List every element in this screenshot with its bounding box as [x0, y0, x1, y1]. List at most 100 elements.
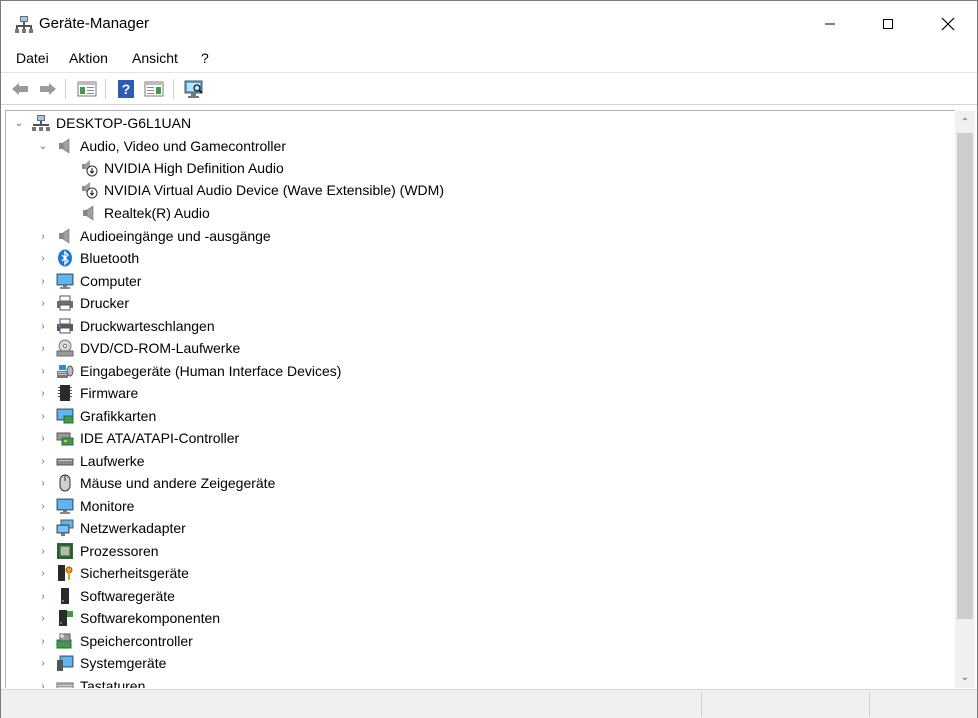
minimize-button[interactable]	[801, 1, 859, 47]
device-tree[interactable]: ⌄ DESKTOP-G6L1UAN ⌄ Audio, Video und Gam…	[5, 110, 955, 688]
chevron-right-icon[interactable]: ›	[36, 450, 50, 472]
category-label: Laufwerke	[80, 453, 145, 469]
tree-category-netzwerkadapter[interactable]: › Netzwerkadapter	[36, 517, 186, 539]
chevron-right-icon[interactable]: ›	[36, 405, 50, 427]
device-manager-window: Geräte-Manager Datei Aktion Ansicht ? ?	[0, 0, 978, 718]
chevron-down-icon[interactable]: ⌄	[36, 135, 50, 157]
monitor-icon	[56, 497, 74, 515]
chevron-right-icon[interactable]: ›	[36, 495, 50, 517]
tree-category-audio-io[interactable]: › Audioeingänge und -ausgänge	[36, 225, 270, 247]
tree-category-tastaturen[interactable]: › Tastaturen	[36, 675, 145, 688]
chevron-right-icon[interactable]: ›	[36, 540, 50, 562]
chevron-right-icon[interactable]: ›	[36, 562, 50, 584]
tree-device-nvidia-hd-audio[interactable]: NVIDIA High Definition Audio	[80, 157, 284, 179]
tree-category-systemgeraete[interactable]: › Systemgeräte	[36, 652, 166, 674]
maximize-button[interactable]	[859, 1, 917, 47]
device-label: NVIDIA High Definition Audio	[104, 160, 284, 176]
keyboard-icon	[56, 677, 74, 688]
scroll-down-icon[interactable]: ⌄	[955, 667, 975, 687]
tree-category-computer[interactable]: › Computer	[36, 270, 141, 292]
chevron-right-icon[interactable]: ›	[36, 247, 50, 269]
tree-category-prozessoren[interactable]: › Prozessoren	[36, 540, 159, 562]
chevron-right-icon[interactable]: ›	[36, 292, 50, 314]
status-divider	[701, 692, 702, 717]
menu-aktion[interactable]: Aktion	[69, 50, 108, 66]
chevron-right-icon[interactable]: ›	[36, 337, 50, 359]
properties-icon	[77, 81, 97, 97]
vertical-scrollbar[interactable]: ⌃ ⌄	[955, 111, 975, 688]
tree-root[interactable]: ⌄ DESKTOP-G6L1UAN	[12, 112, 191, 134]
tree-category-ide[interactable]: › IDE ATA/ATAPI-Controller	[36, 427, 239, 449]
display-adapter-icon	[56, 407, 74, 425]
tree-category-hid[interactable]: › Eingabegeräte (Human Interface Devices…	[36, 360, 341, 382]
chevron-right-icon[interactable]: ›	[36, 675, 50, 689]
chevron-right-icon[interactable]: ›	[36, 517, 50, 539]
computer-network-icon	[32, 114, 50, 132]
menu-help[interactable]: ?	[201, 50, 209, 66]
category-label: Grafikkarten	[80, 408, 157, 424]
software-component-icon	[56, 609, 74, 627]
svg-text:?: ?	[122, 81, 131, 97]
category-label: Monitore	[80, 498, 135, 514]
toolbar-separator	[65, 79, 66, 99]
tree-category-grafikkarten[interactable]: › Grafikkarten	[36, 405, 156, 427]
disk-drive-icon	[56, 452, 74, 470]
tree-category-druckwarteschlangen[interactable]: › Druckwarteschlangen	[36, 315, 214, 337]
tree-category-speichercontroller[interactable]: › Speichercontroller	[36, 630, 193, 652]
chevron-right-icon[interactable]: ›	[36, 630, 50, 652]
network-adapter-icon	[56, 519, 74, 537]
chevron-right-icon[interactable]: ›	[36, 585, 50, 607]
help-button[interactable]: ?	[114, 78, 138, 100]
toolbar-separator	[173, 79, 174, 99]
tree-category-softwarekomponenten[interactable]: › Softwarekomponenten	[36, 607, 220, 629]
category-label: IDE ATA/ATAPI-Controller	[80, 430, 240, 446]
category-label: Softwaregeräte	[80, 588, 175, 604]
menu-ansicht[interactable]: Ansicht	[132, 50, 178, 66]
console-view-button[interactable]	[142, 78, 166, 100]
forward-button[interactable]	[36, 78, 60, 100]
firmware-icon	[56, 384, 74, 402]
back-button[interactable]	[8, 78, 32, 100]
tree-category-bluetooth[interactable]: › Bluetooth	[36, 247, 139, 269]
scan-hardware-button[interactable]	[182, 78, 206, 100]
chevron-right-icon[interactable]: ›	[36, 607, 50, 629]
chevron-right-icon[interactable]: ›	[36, 360, 50, 382]
tree-category-laufwerke[interactable]: › Laufwerke	[36, 450, 145, 472]
chevron-right-icon[interactable]: ›	[36, 382, 50, 404]
tree-category-monitore[interactable]: › Monitore	[36, 495, 134, 517]
device-manager-icon	[15, 15, 33, 33]
tree-category-softwaregeraete[interactable]: › Softwaregeräte	[36, 585, 175, 607]
speaker-icon	[56, 137, 74, 155]
properties-button[interactable]	[75, 78, 99, 100]
scan-hardware-icon	[184, 80, 203, 98]
chevron-right-icon[interactable]: ›	[36, 270, 50, 292]
category-label: Systemgeräte	[80, 655, 167, 671]
category-label: Bluetooth	[80, 250, 140, 266]
chevron-down-icon[interactable]: ⌄	[12, 112, 26, 134]
menu-datei[interactable]: Datei	[16, 50, 49, 66]
close-button[interactable]	[919, 1, 977, 47]
chevron-right-icon[interactable]: ›	[36, 472, 50, 494]
chevron-right-icon[interactable]: ›	[36, 315, 50, 337]
tree-category-drucker[interactable]: › Drucker	[36, 292, 129, 314]
chevron-right-icon[interactable]: ›	[36, 225, 50, 247]
scroll-up-icon[interactable]: ⌃	[955, 112, 975, 132]
tree-device-realtek-audio[interactable]: Realtek(R) Audio	[80, 202, 210, 224]
tree-category-maeuse[interactable]: › Mäuse und andere Zeigegeräte	[36, 472, 275, 494]
tree-category-dvd[interactable]: › DVD/CD-ROM-Laufwerke	[36, 337, 240, 359]
title-bar[interactable]: Geräte-Manager	[1, 1, 977, 47]
help-icon: ?	[118, 80, 134, 98]
category-label: Firmware	[80, 385, 139, 401]
tree-category-sicherheit[interactable]: › Sicherheitsgeräte	[36, 562, 189, 584]
print-queue-icon	[56, 317, 74, 335]
tree-category-audio-video[interactable]: ⌄ Audio, Video und Gamecontroller	[36, 135, 286, 157]
computer-icon	[56, 272, 74, 290]
chevron-right-icon[interactable]: ›	[36, 652, 50, 674]
menu-bar: Datei Aktion Ansicht ?	[1, 47, 977, 71]
category-label: Mäuse und andere Zeigegeräte	[80, 475, 276, 491]
printer-icon	[56, 294, 74, 312]
scrollbar-thumb[interactable]	[957, 133, 973, 619]
tree-category-firmware[interactable]: › Firmware	[36, 382, 138, 404]
chevron-right-icon[interactable]: ›	[36, 427, 50, 449]
tree-device-nvidia-virtual-audio[interactable]: NVIDIA Virtual Audio Device (Wave Extens…	[80, 179, 444, 201]
